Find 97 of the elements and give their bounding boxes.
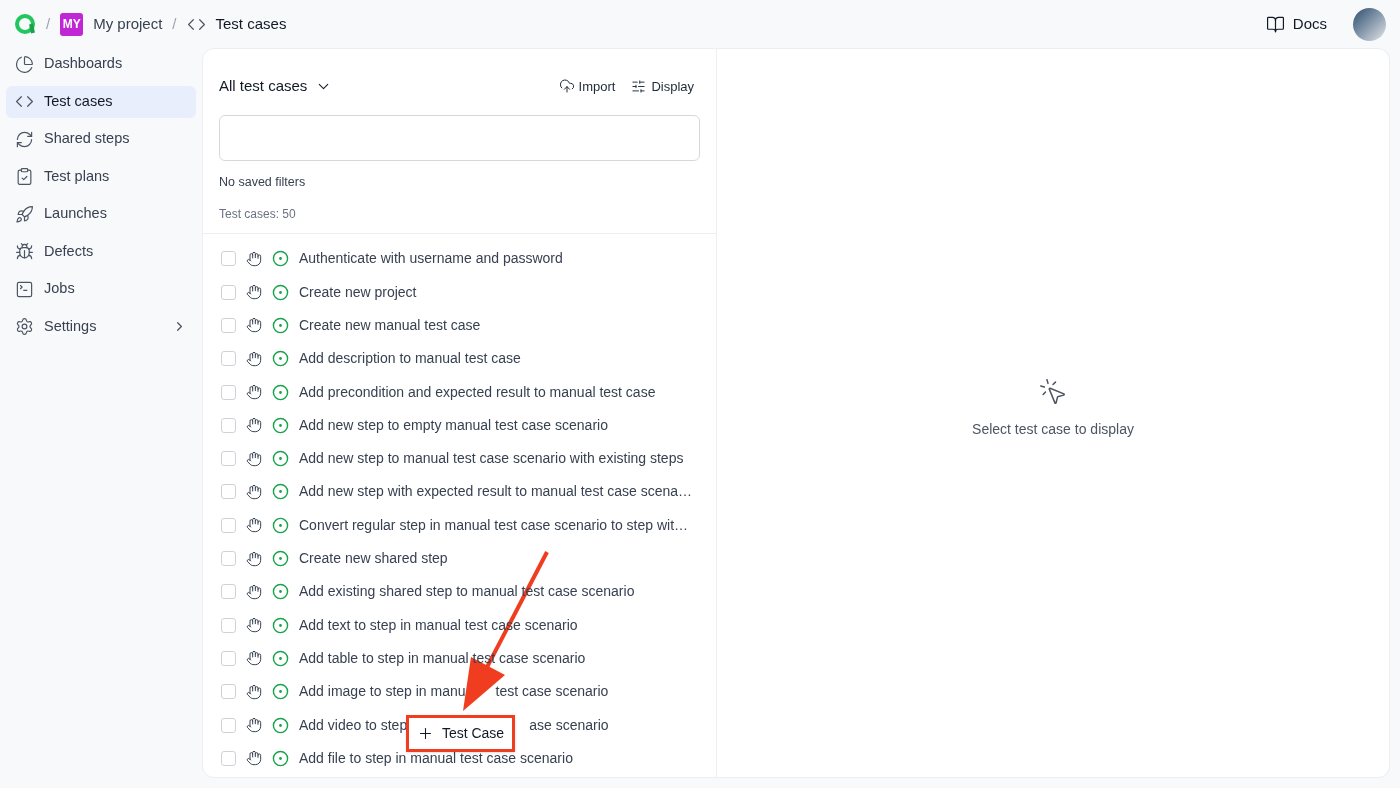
hand-icon[interactable] <box>246 284 262 301</box>
status-icon <box>272 283 289 301</box>
sidebar-item[interactable]: Jobs <box>6 273 196 305</box>
row-checkbox[interactable] <box>221 551 236 567</box>
view-dropdown[interactable]: All test cases <box>219 75 333 98</box>
row-checkbox[interactable] <box>221 284 236 300</box>
hand-icon[interactable] <box>246 683 262 700</box>
import-button[interactable]: Import <box>558 76 616 96</box>
sidebar-item[interactable]: Shared steps <box>6 123 196 155</box>
sidebar-item[interactable]: Test plans <box>6 160 196 193</box>
hand-icon[interactable] <box>246 583 262 600</box>
status-icon <box>272 416 289 434</box>
status-icon <box>272 350 289 368</box>
test-case-title[interactable]: Convert regular step in manual test case scenario to step wit… <box>299 514 689 536</box>
hand-icon[interactable] <box>246 350 262 367</box>
test-case-title[interactable]: Add new step to manual test case scenario with existing steps <box>299 448 684 470</box>
row-checkbox[interactable] <box>221 384 236 400</box>
status-icon <box>272 317 289 334</box>
hand-icon[interactable] <box>246 517 262 534</box>
empty-message: Select test case to display <box>972 419 1134 439</box>
row-checkbox[interactable] <box>221 417 236 433</box>
hand-icon[interactable] <box>246 317 262 334</box>
hand-icon[interactable] <box>246 717 262 734</box>
sidebar-item[interactable]: Launches <box>6 198 196 230</box>
test-case-count: Test cases: 50 <box>219 206 297 224</box>
test-case-title[interactable]: Add image to step in manu <box>299 681 466 703</box>
breadcrumb-separator: / <box>46 13 51 34</box>
test-case-title[interactable]: test case scenario <box>495 681 609 703</box>
status-icon <box>272 483 289 501</box>
row-checkbox[interactable] <box>221 717 236 733</box>
hand-icon[interactable] <box>246 650 262 667</box>
status-icon <box>272 383 289 401</box>
cycle-arrows-icon <box>15 129 34 149</box>
bug-icon <box>15 242 34 261</box>
sliders-icon <box>631 78 647 94</box>
project-link[interactable]: My project <box>93 12 163 36</box>
hand-icon[interactable] <box>246 617 262 634</box>
hand-icon[interactable] <box>246 550 262 567</box>
row-checkbox[interactable] <box>221 517 236 533</box>
test-case-title[interactable]: Authenticate with username and password <box>299 248 563 270</box>
terminal-icon <box>15 279 34 299</box>
test-case-title[interactable]: ase scenario <box>529 714 609 736</box>
hand-icon[interactable] <box>246 450 262 467</box>
sidebar-item[interactable]: Test cases <box>6 85 196 118</box>
book-icon <box>1265 14 1285 34</box>
hand-icon[interactable] <box>246 250 262 267</box>
pointer-click-icon <box>1038 376 1068 407</box>
hand-icon[interactable] <box>246 417 262 434</box>
test-case-title[interactable]: Add new step with expected result to manual test case scena… <box>299 481 692 503</box>
row-checkbox[interactable] <box>221 451 236 467</box>
filter-field[interactable] <box>219 114 700 161</box>
sidebar-item[interactable]: Defects <box>6 235 196 268</box>
row-checkbox[interactable] <box>221 684 236 700</box>
row-checkbox[interactable] <box>221 617 236 633</box>
test-case-title[interactable]: Create new manual test case <box>299 315 481 336</box>
row-checkbox[interactable] <box>221 351 236 367</box>
display-button[interactable]: Display <box>631 76 694 96</box>
page-title: Test cases <box>215 13 287 34</box>
status-icon <box>272 616 289 634</box>
new-test-case-button[interactable]: Test Case <box>406 715 515 752</box>
row-checkbox[interactable] <box>221 251 236 267</box>
test-case-title[interactable]: Add description to manual test case <box>299 348 521 370</box>
breadcrumb-separator: / <box>172 13 177 34</box>
test-case-title[interactable]: Create new shared step <box>299 548 448 570</box>
sidebar-item[interactable]: Settings <box>6 310 196 343</box>
status-icon <box>272 749 289 767</box>
status-icon <box>272 649 289 667</box>
clipboard-icon <box>15 167 34 186</box>
hand-icon[interactable] <box>246 750 262 767</box>
rocket-icon <box>15 204 34 224</box>
status-icon <box>272 583 289 601</box>
saved-filters-text: No saved filters <box>219 173 307 191</box>
avatar[interactable] <box>1353 7 1386 41</box>
status-icon <box>272 550 289 568</box>
pie-chart-icon <box>15 54 34 74</box>
cloud-upload-icon <box>558 78 575 95</box>
status-icon <box>272 516 289 534</box>
row-checkbox[interactable] <box>221 650 236 666</box>
test-case-title[interactable]: Add precondition and expected result to manual test case <box>299 381 656 403</box>
row-checkbox[interactable] <box>221 318 236 333</box>
docs-link[interactable]: Docs <box>1265 12 1327 36</box>
test-case-title[interactable]: Add new step to empty manual test case scenario <box>299 414 608 436</box>
project-badge: MY <box>60 12 84 36</box>
row-checkbox[interactable] <box>221 750 236 766</box>
status-icon <box>272 683 289 701</box>
logo-icon[interactable] <box>14 13 36 35</box>
status-icon <box>272 450 289 468</box>
test-case-title[interactable]: Create new project <box>299 281 417 303</box>
test-case-title[interactable]: Add video to step <box>299 714 408 736</box>
sidebar-item[interactable]: Dashboards <box>6 48 196 80</box>
row-checkbox[interactable] <box>221 484 236 500</box>
settings-icon <box>15 317 34 336</box>
hand-icon[interactable] <box>246 483 262 500</box>
status-icon <box>272 250 289 268</box>
hand-icon[interactable] <box>246 384 262 401</box>
row-checkbox[interactable] <box>221 584 236 600</box>
status-icon <box>272 716 289 734</box>
